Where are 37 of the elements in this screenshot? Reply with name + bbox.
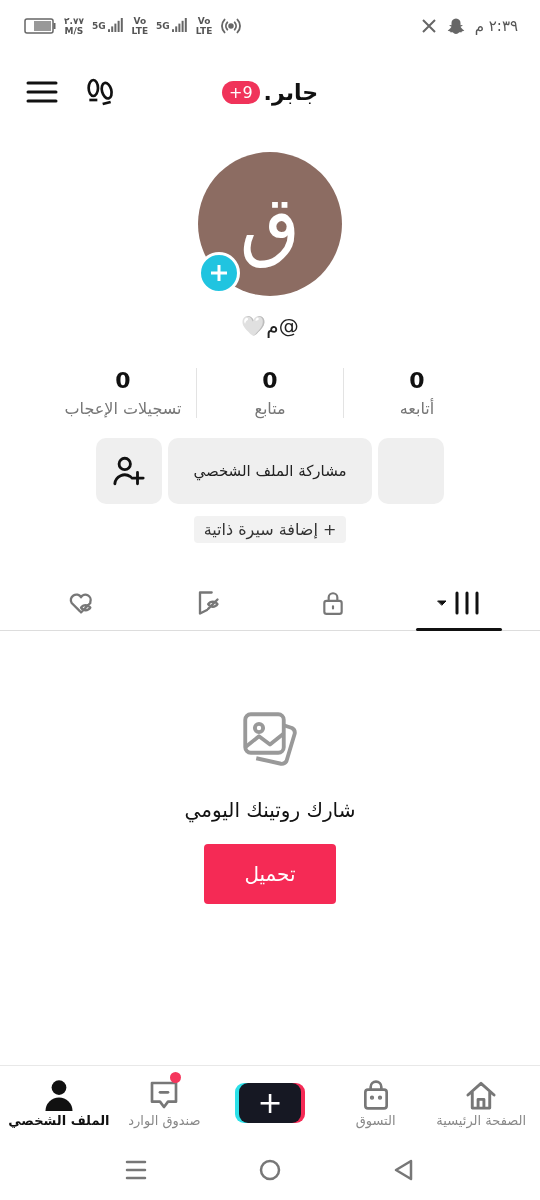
upload-button[interactable]: تحميل	[204, 844, 336, 904]
nav-item[interactable]: الملف الشخصي	[6, 1066, 112, 1140]
lock-icon	[320, 589, 346, 616]
recent-apps-icon	[124, 1159, 148, 1181]
signal-icon	[171, 18, 188, 34]
menu-icon	[26, 80, 58, 104]
stat-label: أتابعه	[399, 399, 435, 418]
add-bio-button[interactable]: + إضافة سيرة ذاتية	[193, 516, 347, 543]
snapchat-icon	[446, 17, 465, 35]
avatar[interactable]: ق	[198, 152, 342, 296]
nav-item[interactable]: التسوق	[322, 1066, 429, 1140]
network-type: 5G	[156, 21, 170, 31]
nav-item[interactable]: الصفحة الرئيسية	[428, 1066, 534, 1140]
profile-name[interactable]: جابر.	[263, 79, 318, 105]
status-time: ٢:٣٩ م	[474, 17, 518, 35]
username: @م🤍	[241, 314, 299, 338]
volte-indicator: Vo LTE	[131, 16, 149, 36]
stat-label: تسجيلات الإعجاب	[64, 399, 182, 418]
person-icon	[43, 1078, 74, 1111]
volte-indicator: Vo LTE	[195, 16, 213, 36]
notification-badge: 9+	[222, 80, 260, 104]
stat-label: متابع	[254, 399, 286, 418]
add-person-icon	[112, 454, 146, 488]
home-button-icon	[258, 1158, 282, 1182]
stat-count[interactable]: 0	[262, 368, 278, 393]
stat-count[interactable]: 0	[115, 368, 131, 393]
network-type: 5G	[91, 21, 106, 31]
stat-count[interactable]: 0	[409, 368, 425, 393]
add-friend-button[interactable]	[96, 438, 162, 504]
x-logo-icon	[420, 18, 437, 34]
footprints-icon	[84, 76, 116, 108]
empty-state-message: شارك روتينك اليومي	[184, 798, 356, 822]
signal-icon	[107, 18, 124, 34]
plus-icon	[209, 263, 229, 283]
nav-item[interactable]: صندوق الوارد	[111, 1066, 218, 1140]
share-profile-button[interactable]: مشاركة الملف الشخصي	[168, 438, 372, 504]
battery-icon	[24, 18, 56, 34]
